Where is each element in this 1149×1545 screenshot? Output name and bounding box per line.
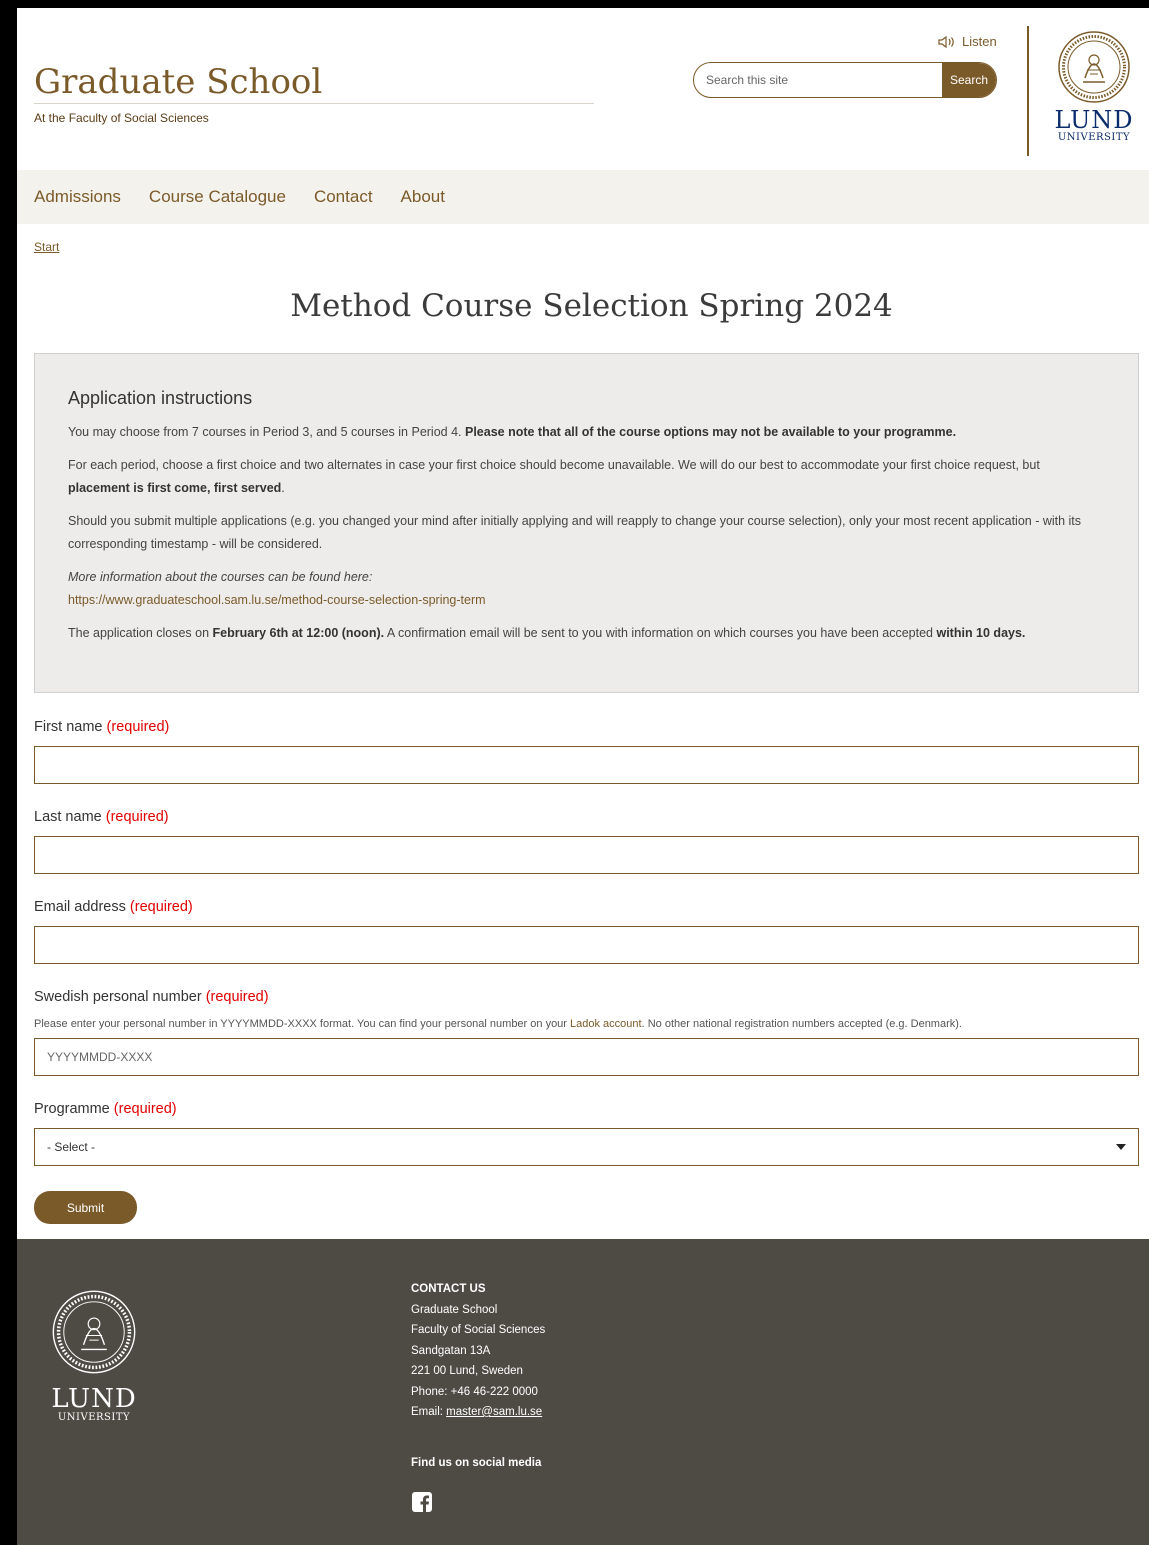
logo-name: LUND [1054, 106, 1134, 134]
ladok-account-link[interactable]: Ladok account [570, 1018, 642, 1030]
required-marker: (required) [129, 899, 193, 915]
personal-number-help: Please enter your personal number in YYY… [34, 1018, 962, 1030]
personal-number-label: Swedish personal number (required) [34, 989, 269, 1005]
footer-logo-name: LUND [51, 1384, 137, 1414]
site-title-link[interactable]: Graduate School [34, 62, 322, 102]
last-name-field: Last name (required) [34, 798, 1139, 874]
programme-selected-value: - Select - [47, 1140, 96, 1154]
contact-email-line: Email: master@sam.lu.se [411, 1406, 543, 1418]
speaker-icon [938, 35, 954, 48]
application-form: First name (required) Last name (require… [34, 708, 1139, 1224]
contact-block: CONTACT US Graduate School Faculty of So… [411, 1279, 545, 1423]
required-marker: (required) [105, 809, 169, 825]
listen-label: Listen [962, 34, 997, 49]
university-seal-icon [52, 1290, 136, 1374]
facebook-icon[interactable] [411, 1491, 433, 1513]
first-name-label: First name (required) [34, 719, 170, 735]
application-instructions: Application instructions You may choose … [34, 353, 1139, 693]
email-label: Email address (required) [34, 899, 193, 915]
breadcrumb-start-link[interactable]: Start [34, 240, 59, 254]
programme-label: Programme (required) [34, 1101, 177, 1117]
contact-email-link[interactable]: master@sam.lu.se [446, 1406, 542, 1418]
email-field: Email address (required) [34, 888, 1139, 964]
contact-line: Faculty of Social Sciences [411, 1324, 546, 1336]
nav-item-contact[interactable]: Contact [314, 187, 373, 207]
nav-item-admissions[interactable]: Admissions [34, 187, 121, 207]
personal-number-field: Swedish personal number (required) Pleas… [34, 978, 1139, 1076]
programme-select[interactable]: - Select - [34, 1128, 1139, 1166]
site-subtitle: At the Faculty of Social Sciences [34, 111, 209, 125]
logo-divider [1027, 26, 1029, 156]
instructions-paragraph: For each period, choose a first choice a… [68, 458, 1040, 495]
instructions-paragraph: You may choose from 7 courses in Period … [68, 425, 957, 439]
site-footer: LUND UNIVERSITY CONTACT US Graduate Scho… [17, 1239, 1149, 1545]
first-name-input[interactable] [34, 746, 1139, 784]
footer-logo: LUND UNIVERSITY [39, 1289, 149, 1423]
site-header: Graduate School At the Faculty of Social… [17, 8, 1149, 170]
search-input[interactable] [694, 63, 942, 97]
page: Graduate School At the Faculty of Social… [17, 8, 1149, 1545]
contact-line: 221 00 Lund, Sweden [411, 1365, 523, 1377]
contact-line: Graduate School [411, 1303, 498, 1316]
instructions-heading: Application instructions [68, 388, 253, 408]
email-input[interactable] [34, 926, 1139, 964]
search-button[interactable]: Search [942, 63, 996, 97]
social-title: Find us on social media [411, 1457, 542, 1469]
required-marker: (required) [205, 989, 269, 1005]
chevron-down-icon [1116, 1144, 1126, 1150]
listen-button[interactable]: Listen [938, 34, 997, 49]
title-divider [34, 103, 594, 104]
personal-number-input[interactable] [34, 1038, 1139, 1076]
submit-button[interactable]: Submit [34, 1191, 137, 1224]
last-name-label: Last name (required) [34, 809, 169, 825]
university-seal-icon [1058, 31, 1130, 103]
nav-item-about[interactable]: About [401, 187, 445, 207]
contact-title: CONTACT US [411, 1283, 486, 1295]
lund-university-logo[interactable]: LUND UNIVERSITY [1039, 30, 1149, 143]
contact-line: Sandgatan 13A [411, 1344, 491, 1357]
instructions-paragraph: More information about the courses can b… [68, 570, 486, 607]
first-name-field: First name (required) [34, 708, 1139, 784]
contact-line: Phone: +46 46-222 0000 [411, 1385, 538, 1398]
instructions-paragraph: Should you submit multiple applications … [68, 514, 1082, 551]
breadcrumb: Start [34, 240, 59, 254]
course-info-link[interactable]: https://www.graduateschool.sam.lu.se/met… [68, 593, 486, 607]
instructions-paragraph: The application closes on February 6th a… [68, 626, 1026, 640]
facebook-glyph [412, 1492, 432, 1512]
required-marker: (required) [113, 1101, 177, 1117]
programme-field: Programme (required) - Select - [34, 1090, 1139, 1166]
site-search: Search [693, 62, 997, 98]
nav-item-course-catalogue[interactable]: Course Catalogue [149, 187, 286, 207]
required-marker: (required) [106, 719, 170, 735]
last-name-input[interactable] [34, 836, 1139, 874]
main-nav: Admissions Course Catalogue Contact Abou… [17, 170, 1149, 224]
page-title: Method Course Selection Spring 2024 [290, 288, 893, 324]
